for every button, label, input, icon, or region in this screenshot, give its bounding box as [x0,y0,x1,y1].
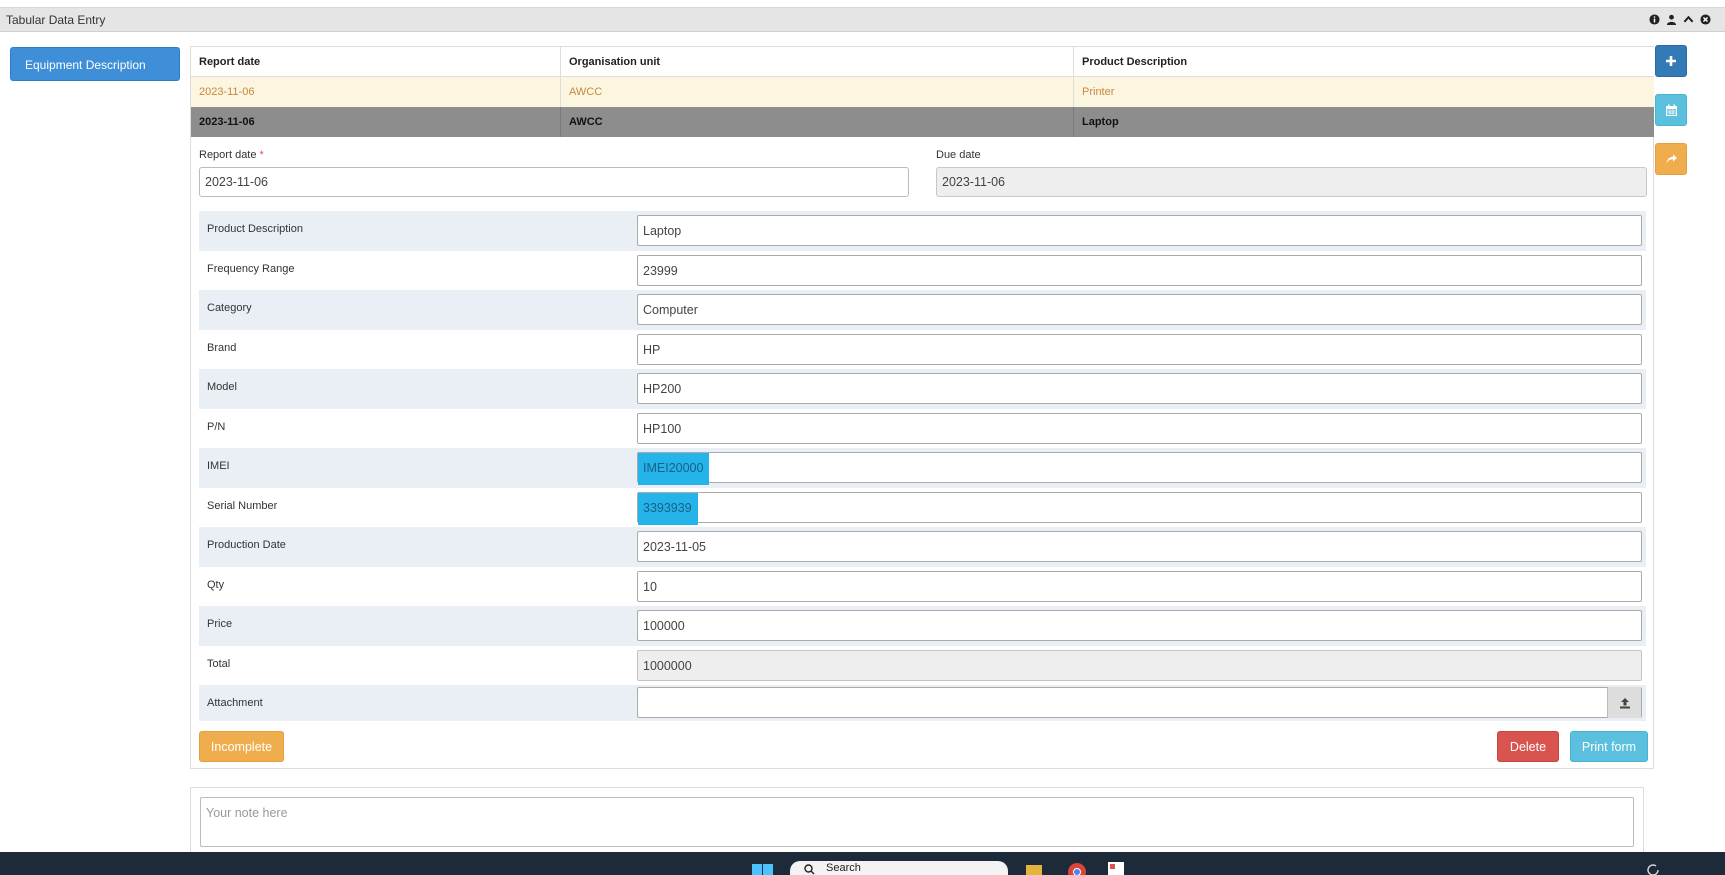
share-button[interactable] [1655,143,1687,175]
field-label: Model [207,381,237,393]
total-input: 1000000 [637,649,1642,681]
table-row[interactable]: 2023-11-06 AWCC Printer [191,77,1654,107]
attachment-input[interactable] [637,687,1642,718]
note-textarea[interactable]: Your note here [200,797,1634,847]
field-row-serial-number: Serial Number 3393939 [199,488,1646,528]
sidebar-item-equipment-description[interactable]: Equipment Description [10,47,180,81]
due-date-label: Due date [936,149,981,161]
user-icon[interactable] [1665,13,1677,26]
cell-report-date: 2023-11-06 [191,77,561,107]
cell-report-date: 2023-11-06 [191,107,561,137]
taskbar-search[interactable]: Search [790,861,1008,875]
share-icon [1666,154,1677,163]
search-icon [804,864,815,875]
field-row-category: Category Computer [199,290,1646,330]
required-marker: * [259,149,264,161]
column-header-product-description[interactable]: Product Description [1074,47,1654,76]
upload-icon [1619,697,1630,708]
product-description-input[interactable]: Laptop [637,215,1642,246]
model-input[interactable]: HP200 [637,373,1642,404]
column-header-report-date[interactable]: Report date [191,47,561,76]
field-label: Price [207,618,233,630]
field-row-brand: Brand HP [199,330,1646,370]
incomplete-button[interactable]: Incomplete [199,731,284,762]
pn-input[interactable]: HP100 [637,412,1642,444]
grid-header-row: Report date Organisation unit Product De… [191,47,1654,77]
os-taskbar: Search [0,852,1725,875]
brand-input[interactable]: HP [637,333,1642,365]
file-explorer-icon[interactable] [1026,865,1042,875]
production-date-input[interactable]: 2023-11-05 [637,531,1642,562]
field-row-frequency-range: Frequency Range 23999 [199,251,1646,291]
field-row-attachment: Attachment [199,685,1646,721]
cell-organisation-unit: AWCC [561,77,1074,107]
due-date-input[interactable]: 2023-11-06 [936,167,1647,197]
field-label: Category [207,302,252,314]
window-title: Tabular Data Entry [6,13,106,27]
chrome-icon[interactable] [1067,862,1087,875]
form-fields: Product Description Laptop Frequency Ran… [199,211,1646,721]
add-record-button[interactable] [1655,45,1687,77]
field-row-product-description: Product Description Laptop [199,211,1646,251]
frequency-range-input[interactable]: 23999 [637,254,1642,286]
field-label: Total [207,657,231,670]
entry-panel: Report date Organisation unit Product De… [190,46,1654,769]
field-row-price: Price 100000 [199,606,1646,646]
calendar-button[interactable] [1655,94,1687,126]
windows-start-icon[interactable] [752,864,774,875]
title-tools [1648,13,1711,26]
field-row-imei: IMEI IMEI20000 [199,448,1646,488]
field-label: Serial Number [207,499,278,512]
field-row-pn: P/N HP100 [199,409,1646,449]
field-label: Production Date [207,539,286,551]
field-row-production-date: Production Date 2023-11-05 [199,527,1646,567]
field-label: Attachment [207,697,263,709]
qty-input[interactable]: 10 [637,570,1642,602]
field-row-model: Model HP200 [199,369,1646,409]
upload-button[interactable] [1607,687,1641,718]
price-input[interactable]: 100000 [637,610,1642,641]
field-label: IMEI [207,460,230,472]
column-header-organisation-unit[interactable]: Organisation unit [561,47,1074,76]
field-label: Product Description [207,223,303,235]
field-row-qty: Qty 10 [199,567,1646,607]
calendar-icon [1665,104,1677,116]
field-label: Qty [207,578,225,591]
window-titlebar: Tabular Data Entry [0,7,1725,32]
chevron-up-icon[interactable] [1682,13,1694,26]
field-row-total: Total 1000000 [199,646,1646,686]
plus-icon [1666,56,1676,66]
table-row-selected[interactable]: 2023-11-06 AWCC Laptop [191,107,1654,137]
records-grid: Report date Organisation unit Product De… [191,47,1654,137]
selected-text: 3393939 [638,492,698,525]
close-icon[interactable] [1699,13,1711,26]
imei-input[interactable]: IMEI20000 [637,452,1642,485]
delete-button[interactable]: Delete [1497,731,1559,762]
cell-product-description: Printer [1082,86,1115,98]
report-date-input[interactable]: 2023-11-06 [199,167,909,197]
category-input[interactable]: Computer [637,294,1642,325]
report-date-label: Report date * [199,149,264,161]
cell-organisation-unit: AWCC [561,107,1074,137]
info-icon[interactable] [1648,13,1660,26]
cell-product-description: Laptop [1082,116,1119,128]
app-icon[interactable] [1108,862,1124,875]
selected-text: IMEI20000 [638,453,710,485]
field-label: P/N [207,420,226,433]
refresh-icon[interactable] [1646,864,1660,875]
serial-number-input[interactable]: 3393939 [637,491,1642,525]
field-label: Brand [207,341,237,354]
taskbar-search-label: Search [826,862,861,874]
field-label: Frequency Range [207,262,295,275]
print-form-button[interactable]: Print form [1570,731,1648,762]
